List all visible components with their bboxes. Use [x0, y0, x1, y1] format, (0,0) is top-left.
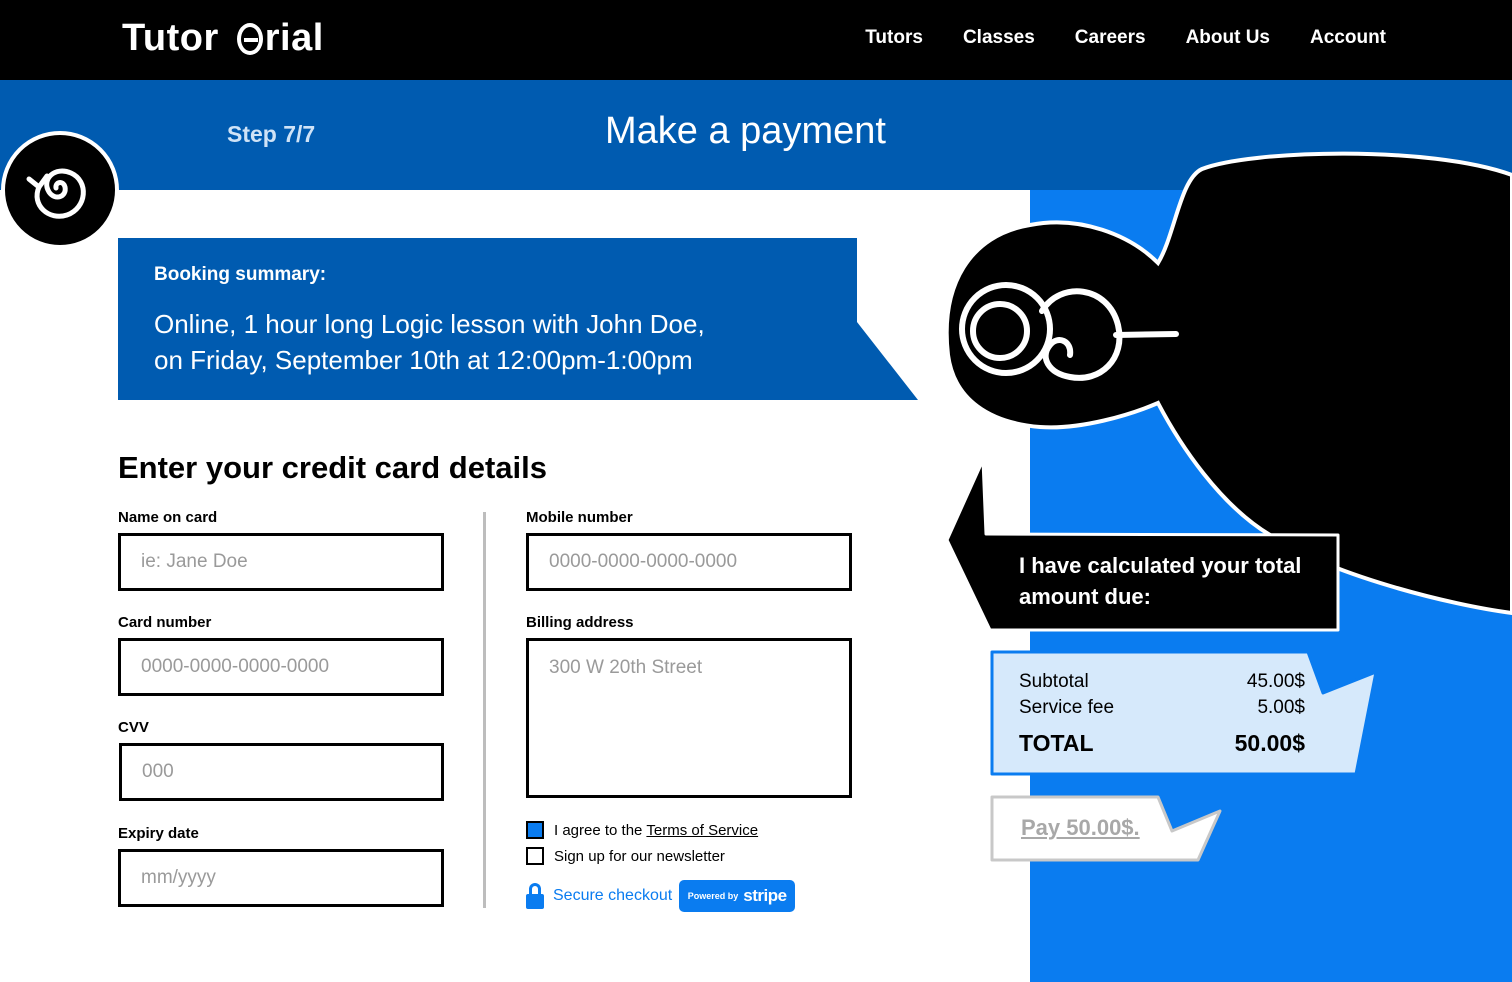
- summary-label: Booking summary:: [154, 264, 327, 285]
- card-number-input[interactable]: [118, 638, 444, 696]
- undo-swirl-icon: [26, 168, 86, 219]
- cvv-input[interactable]: [119, 743, 444, 801]
- brand-logo[interactable]: Tutor rial: [122, 17, 324, 60]
- booking-summary: Booking summary: Online, 1 hour long Log…: [118, 238, 918, 400]
- stripe-powered-by: Powered by: [687, 891, 739, 901]
- newsletter-checkbox[interactable]: [526, 847, 544, 865]
- brand-name-part2: rial: [264, 17, 324, 59]
- expiry-date-input[interactable]: [118, 849, 444, 907]
- subtotal-row: Subtotal 45.00$: [1019, 671, 1305, 693]
- pay-button[interactable]: Pay 50.00$.: [990, 795, 1226, 863]
- cvv-label: CVV: [118, 719, 149, 736]
- name-on-card-input[interactable]: [118, 533, 444, 591]
- name-on-card-label: Name on card: [118, 509, 218, 526]
- form-title: Enter your credit card details: [118, 450, 547, 485]
- nav-tutors[interactable]: Tutors: [865, 27, 923, 49]
- total-label: TOTAL: [1019, 730, 1094, 756]
- service-fee-row: Service fee 5.00$: [1019, 697, 1305, 719]
- total-row: TOTAL 50.00$: [1019, 730, 1305, 757]
- nav-about-us[interactable]: About Us: [1186, 27, 1270, 49]
- nav-account[interactable]: Account: [1310, 27, 1386, 49]
- terms-of-service-link[interactable]: Terms of Service: [646, 822, 758, 839]
- summary-line-2: on Friday, September 10th at 12:00pm-1:0…: [154, 345, 693, 375]
- stripe-logo: stripe: [743, 886, 787, 905]
- nav-careers[interactable]: Careers: [1075, 27, 1146, 49]
- subtotal-label: Subtotal: [1019, 671, 1089, 692]
- summary-line-1: Online, 1 hour long Logic lesson with Jo…: [154, 309, 705, 339]
- payment-page: Tutor rial Tutors Classes Careers About …: [0, 0, 1512, 982]
- brand-o-icon: [236, 22, 263, 55]
- assistant-speech-bubble: I have calculated your total amount due:: [945, 460, 1345, 635]
- back-button[interactable]: [1, 131, 119, 249]
- terms-checkbox-row: I agree to the Terms of Service: [526, 821, 758, 839]
- stripe-badge[interactable]: Powered by stripe: [679, 880, 796, 912]
- newsletter-label: Sign up for our newsletter: [554, 847, 725, 865]
- secure-checkout-link[interactable]: Secure checkout: [553, 887, 672, 905]
- expiry-date-label: Expiry date: [118, 825, 199, 842]
- assistant-message: I have calculated your total amount due:: [1019, 553, 1302, 609]
- mobile-number-label: Mobile number: [526, 509, 633, 526]
- top-navbar: Tutor rial Tutors Classes Careers About …: [0, 0, 1512, 80]
- terms-label: I agree to the: [554, 821, 643, 839]
- order-totals: Subtotal 45.00$ Service fee 5.00$ TOTAL …: [990, 650, 1382, 780]
- billing-address-label: Billing address: [526, 614, 634, 631]
- brand-name-part1: Tutor: [122, 17, 219, 59]
- nav-classes[interactable]: Classes: [963, 27, 1035, 49]
- billing-address-input[interactable]: [526, 638, 852, 798]
- pay-button-label: Pay 50.00$.: [1021, 815, 1140, 840]
- service-fee-value: 5.00$: [1257, 697, 1305, 718]
- newsletter-checkbox-row: Sign up for our newsletter: [526, 847, 725, 865]
- total-value: 50.00$: [1234, 730, 1305, 756]
- page-title: Make a payment: [605, 110, 886, 152]
- mobile-number-input[interactable]: [526, 533, 852, 591]
- main-nav: Tutors Classes Careers About Us Account: [865, 27, 1386, 49]
- terms-checkbox[interactable]: [526, 821, 544, 839]
- subtotal-value: 45.00$: [1246, 671, 1305, 692]
- card-number-label: Card number: [118, 614, 212, 631]
- summary-details: Online, 1 hour long Logic lesson with Jo…: [154, 306, 774, 378]
- service-fee-label: Service fee: [1019, 697, 1115, 718]
- step-indicator: Step 7/7: [227, 121, 316, 147]
- lock-icon: [526, 883, 544, 909]
- secure-checkout: Secure checkout Powered by stripe: [526, 880, 796, 912]
- form-divider: [483, 512, 486, 908]
